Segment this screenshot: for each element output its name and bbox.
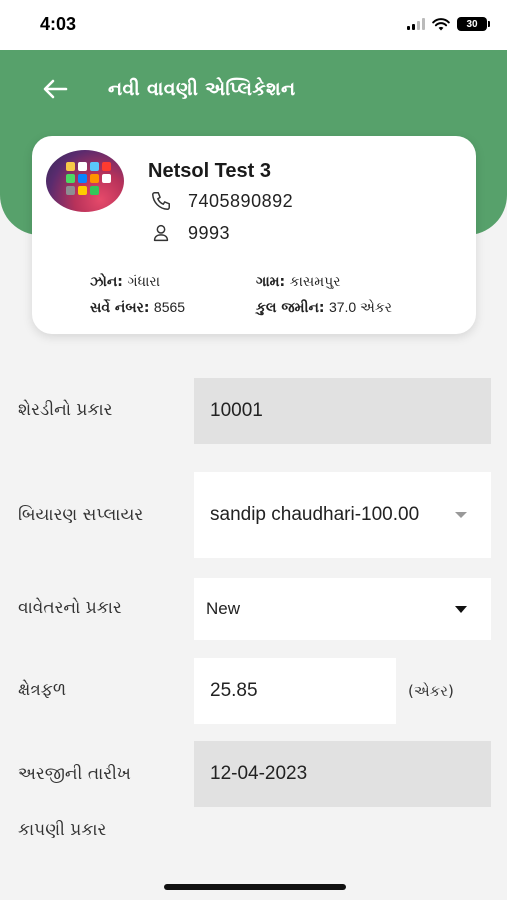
harvest-type-label: કાપણી પ્રકાર bbox=[18, 820, 107, 840]
zone-info: ઝોન: ગંધારા bbox=[90, 274, 161, 290]
user-icon bbox=[153, 224, 169, 242]
survey-info: સર્વે નંબર: 8565 bbox=[90, 299, 186, 316]
caret-down-icon bbox=[455, 606, 467, 613]
phone-icon bbox=[152, 192, 170, 210]
land-info: કુલ જમીન: 37.0 એકર bbox=[256, 299, 392, 316]
status-bar: 4:03 30 bbox=[0, 0, 507, 50]
application-date-label: અરજીની તારીખ bbox=[18, 764, 131, 784]
chevron-down-icon bbox=[455, 512, 467, 518]
planting-type-value: New bbox=[206, 599, 241, 618]
farmer-profile-card: Netsol Test 3 7405890892 9993 ઝોન: ગંધાર… bbox=[32, 136, 476, 334]
seed-supplier-select[interactable]: sandip chaudhari-100.00 bbox=[194, 472, 491, 558]
cane-type-field: 10001 bbox=[194, 378, 491, 444]
farmer-id: 9993 bbox=[188, 222, 231, 243]
home-indicator bbox=[164, 884, 346, 890]
back-button[interactable] bbox=[38, 74, 72, 104]
avatar bbox=[46, 150, 124, 212]
cane-type-label: શેરડીનો પ્રકાર bbox=[18, 400, 113, 420]
arrow-left-icon bbox=[43, 79, 68, 99]
seed-supplier-value: sandip chaudhari-100.00 bbox=[210, 504, 420, 525]
area-label: ક્ષેત્રફળ bbox=[18, 680, 67, 700]
page-title: નવી વાવણી એપ્લિકેશન bbox=[108, 78, 296, 100]
cellular-signal-icon bbox=[407, 18, 425, 30]
planting-type-select[interactable]: New bbox=[194, 578, 491, 640]
seed-supplier-label: બિયારણ સપ્લાયર bbox=[18, 505, 144, 525]
application-date-field: 12-04-2023 bbox=[194, 741, 491, 807]
village-info: ગામ: કાસમપુર bbox=[256, 274, 341, 290]
area-input[interactable]: 25.85 bbox=[194, 658, 396, 724]
battery-icon: 30 bbox=[457, 17, 490, 31]
planting-type-label: વાવેતરનો પ્રકાર bbox=[18, 598, 122, 618]
id-row: 9993 bbox=[148, 222, 230, 244]
area-unit: (એકર) bbox=[408, 682, 454, 700]
wifi-icon bbox=[432, 17, 450, 30]
phone-number: 7405890892 bbox=[188, 190, 294, 211]
status-time: 4:03 bbox=[40, 14, 77, 34]
phone-row: 7405890892 bbox=[148, 190, 293, 212]
farmer-name: Netsol Test 3 bbox=[148, 160, 271, 182]
status-icons: 30 bbox=[407, 17, 490, 31]
